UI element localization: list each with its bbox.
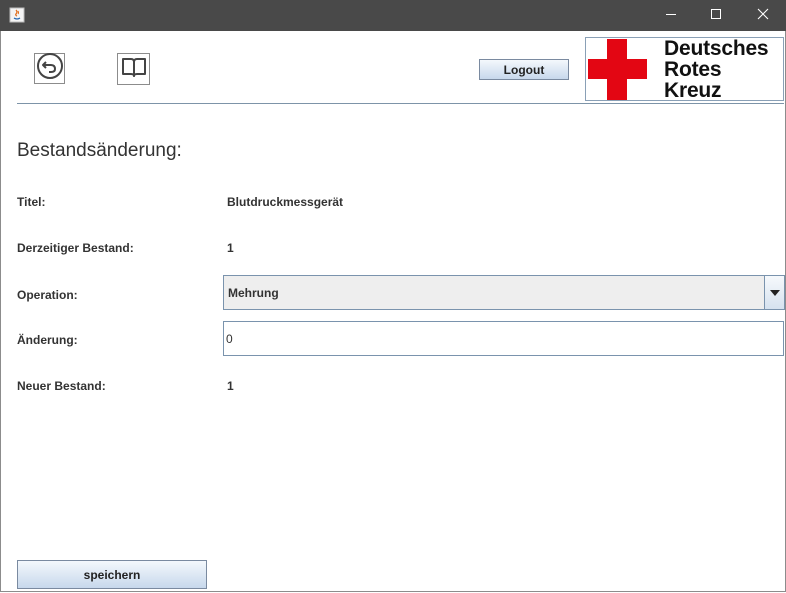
- logo-wordmark: Deutsches Rotes Kreuz: [664, 37, 769, 101]
- drk-logo: Deutsches Rotes Kreuz: [585, 37, 784, 101]
- manual-button[interactable]: [117, 53, 150, 85]
- window-content: [0, 31, 786, 592]
- logo-line-2: Rotes: [664, 58, 722, 81]
- chevron-down-icon: [769, 284, 781, 302]
- operation-select[interactable]: Mehrung: [223, 275, 785, 310]
- maximize-button[interactable]: [693, 0, 739, 31]
- new-stock-label: Neuer Bestand:: [17, 379, 106, 393]
- logo-line-1: Deutsches: [664, 37, 769, 60]
- maximize-icon: [710, 7, 722, 25]
- operation-label: Operation:: [17, 288, 78, 302]
- close-button[interactable]: [740, 0, 786, 31]
- change-input[interactable]: [223, 321, 784, 356]
- operation-selected-value: Mehrung: [228, 286, 279, 300]
- close-icon: [757, 7, 769, 25]
- minimize-button[interactable]: [648, 0, 694, 31]
- java-icon[interactable]: [9, 7, 25, 23]
- change-label: Änderung:: [17, 333, 78, 347]
- save-button[interactable]: speichern: [17, 560, 207, 589]
- minimize-icon: [665, 7, 677, 25]
- current-stock-label: Derzeitiger Bestand:: [17, 241, 134, 255]
- red-cross-icon: [588, 39, 647, 100]
- title-value: Blutdruckmessgerät: [227, 195, 344, 209]
- page-title: Bestandsänderung:: [17, 140, 182, 161]
- title-label: Titel:: [17, 195, 46, 209]
- logo-line-3: Kreuz: [664, 79, 722, 101]
- back-arrow-icon: [36, 52, 64, 85]
- current-stock-value: 1: [227, 241, 234, 255]
- new-stock-value: 1: [227, 379, 234, 393]
- header-separator: [17, 103, 784, 104]
- book-icon: [120, 54, 148, 85]
- back-button[interactable]: [34, 53, 65, 84]
- dropdown-arrow[interactable]: [764, 276, 784, 309]
- logout-button[interactable]: Logout: [479, 59, 569, 80]
- window-titlebar: [0, 0, 786, 31]
